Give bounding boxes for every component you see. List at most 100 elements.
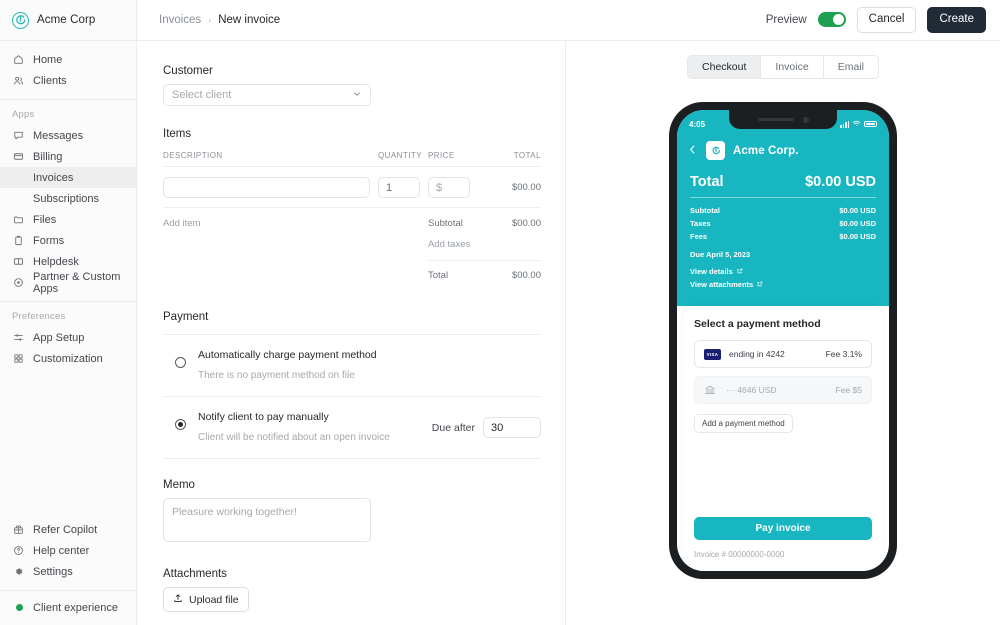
client-select[interactable]: Select client [163,84,371,106]
brand[interactable]: Acme Corp [0,0,136,41]
subtotal-line: Subtotal $00.00 [428,218,541,239]
items-totals: Subtotal $00.00 Add taxes Total $00.00 [428,218,541,291]
sidebar-item-refer-copilot[interactable]: Refer Copilot [0,519,136,540]
sidebar-item-partner-custom-apps[interactable]: Partner & Custom Apps [0,271,136,295]
customer-label: Customer [163,65,213,77]
sidebar-item-label: Home [33,53,63,66]
app-root: Acme Corp Home Clients Apps Messages Bil… [0,0,1000,625]
grid-icon [12,353,24,365]
tab-email[interactable]: Email [822,56,878,78]
sidebar-item-home[interactable]: Home [0,49,136,70]
phone-total-value: $0.00 USD [805,174,876,190]
sidebar-item-subscriptions[interactable]: Subscriptions [0,188,136,209]
sidebar-item-helpdesk[interactable]: Helpdesk [0,251,136,272]
tab-invoice[interactable]: Invoice [760,56,823,78]
column-header-total: TOTAL [513,151,541,160]
sidebar-item-customization[interactable]: Customization [0,348,136,369]
cell-quantity: 1 [378,177,428,198]
add-item-button[interactable]: Add item [163,218,428,291]
view-attachments-link[interactable]: View attachments [690,280,876,293]
radio-auto-charge[interactable] [175,357,186,368]
payment-title: Payment [163,311,209,323]
payment-method-label: ending in 4242 [729,349,785,359]
items-table-header: DESCRIPTION QUANTITY PRICE TOTAL [163,151,541,167]
view-attachments-label: View attachments [690,280,754,289]
sidebar-item-app-setup[interactable]: App Setup [0,327,136,348]
payment-method-fee: Fee 3.1% [825,349,862,359]
payment-option-notify-client[interactable]: Notify client to pay manually Client wil… [163,397,541,459]
sidebar-item-label: Helpdesk [33,255,79,268]
sidebar-item-client-experience[interactable]: Client experience [0,597,136,618]
sidebar-item-label: Customization [33,352,103,365]
due-after-label: Due after [431,421,475,434]
phone-fees-value: $0.00 USD [839,232,876,241]
chevron-down-icon [352,89,362,102]
sidebar-item-forms[interactable]: Forms [0,230,136,251]
sidebar-item-label: Help center [33,544,90,557]
breadcrumb-parent[interactable]: Invoices [159,14,201,26]
message-icon [12,130,24,142]
visa-icon: VISA [704,348,721,360]
phone-header: Acme Corp. [677,136,889,170]
due-after-input[interactable]: 30 [483,417,541,438]
phone-subtotal-value: $0.00 USD [839,206,876,215]
speaker-icon [757,117,794,122]
external-link-icon [737,267,743,276]
item-description-input[interactable] [163,177,370,198]
items-footer: Add item Subtotal $00.00 Add taxes Total [163,208,541,291]
chevron-left-icon[interactable] [687,144,698,157]
radio-notify-client[interactable] [175,419,186,430]
sidebar-group-apps: Apps [12,109,35,120]
sidebar-item-label: Forms [33,234,65,247]
payment-method-fee: Fee $5 [835,385,862,395]
phone-taxes-label: Taxes [690,219,711,228]
payment-method-bank[interactable]: ····4646 USD Fee $5 [694,376,872,404]
memo-label: Memo [163,479,195,491]
sidebar-item-billing[interactable]: Billing [0,146,136,167]
item-quantity-input[interactable]: 1 [378,177,420,198]
target-icon [12,277,24,289]
phone-total-block: Total $0.00 USD Subtotal $0.00 USD Taxes [677,170,889,306]
column-header-description: DESCRIPTION [163,151,223,160]
create-button[interactable]: Create [927,7,986,33]
body-split: Customer Select client Items DESCRIPTION… [137,41,1000,625]
phone-due-date: Due April 5, 2023 [690,250,751,259]
sidebar-item-files[interactable]: Files [0,209,136,230]
invoice-number: Invoice # 00000000-0000 [694,550,785,559]
pay-invoice-button[interactable]: Pay invoice [694,517,872,540]
phone-teal-region: 4:05 Acme Corp. Total $0.00 USD Subtotal… [677,110,889,306]
sidebar-item-label: Refer Copilot [33,523,98,536]
signal-icon [840,120,849,128]
gift-icon [12,524,24,536]
cancel-button[interactable]: Cancel [856,7,917,33]
tab-checkout[interactable]: Checkout [688,56,761,78]
phone-payment-card: Select a payment method VISA ending in 4… [683,306,883,571]
sidebar-item-messages[interactable]: Messages [0,125,136,146]
breadcrumb: Invoices › New invoice [159,14,280,26]
memo-textarea[interactable]: Pleasure working together! [163,498,371,542]
sidebar-item-settings[interactable]: Settings [0,561,136,582]
cell-description [163,177,378,198]
phone-taxes-line: Taxes $0.00 USD [690,219,876,232]
sidebar-item-invoices[interactable]: Invoices [0,167,136,188]
phone-fees-line: Fees $0.00 USD [690,232,876,245]
phone-taxes-value: $0.00 USD [839,219,876,228]
sidebar-item-clients[interactable]: Clients [0,70,136,91]
payment-method-label: ····4646 USD [726,385,777,395]
view-details-link[interactable]: View details [690,267,876,280]
sidebar-item-help-center[interactable]: Help center [0,540,136,561]
payment-option-text: Automatically charge payment method Ther… [198,349,541,383]
view-details-label: View details [690,267,733,276]
item-price-input[interactable]: $ [428,177,470,198]
subtotal-label: Subtotal [428,218,463,229]
preview-toggle[interactable] [817,12,846,28]
payment-method-card[interactable]: VISA ending in 4242 Fee 3.1% [694,340,872,368]
gear-icon [12,566,24,578]
add-payment-method-button[interactable]: Add a payment method [694,414,793,433]
payment-option-auto-charge[interactable]: Automatically charge payment method Ther… [163,334,541,397]
circle-c-logo-icon [12,11,29,29]
invoice-form: Customer Select client Items DESCRIPTION… [137,41,566,625]
add-taxes-button[interactable]: Add taxes [428,239,470,250]
sidebar-subitem-label: Subscriptions [33,192,100,205]
upload-file-button[interactable]: Upload file [163,587,249,612]
